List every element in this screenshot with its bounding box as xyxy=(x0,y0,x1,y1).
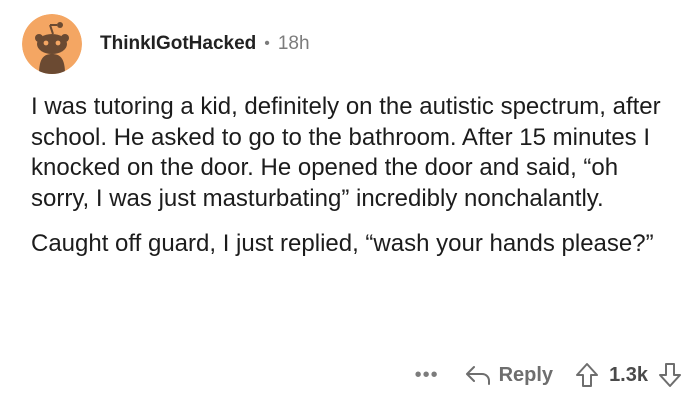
timestamp[interactable]: 18h xyxy=(278,33,310,55)
comment-paragraph-2: Caught off guard, I just replied, “wash … xyxy=(31,230,654,257)
vote-controls: 1.3k xyxy=(575,362,682,388)
upvote-arrow-icon[interactable] xyxy=(575,362,599,388)
comment-meta: ThinkIGotHacked • 18h xyxy=(100,33,310,55)
username-link[interactable]: ThinkIGotHacked xyxy=(100,33,256,55)
user-avatar[interactable] xyxy=(22,14,82,74)
comment-body: I was tutoring a kid, definitely on the … xyxy=(31,92,681,260)
meta-separator: • xyxy=(264,35,270,52)
comment-actions: ••• Reply 1.3k xyxy=(415,357,682,393)
comment-header: ThinkIGotHacked • 18h xyxy=(22,14,310,74)
vote-score: 1.3k xyxy=(609,363,648,386)
downvote-arrow-icon[interactable] xyxy=(658,362,682,388)
more-options-button[interactable]: ••• xyxy=(415,364,439,387)
reply-label: Reply xyxy=(498,363,554,386)
reddit-snoo-avatar-icon xyxy=(22,14,82,74)
reply-button[interactable]: Reply xyxy=(465,364,553,387)
comment-paragraph-1: I was tutoring a kid, definitely on the … xyxy=(31,93,661,212)
reply-arrow-icon xyxy=(465,364,499,386)
